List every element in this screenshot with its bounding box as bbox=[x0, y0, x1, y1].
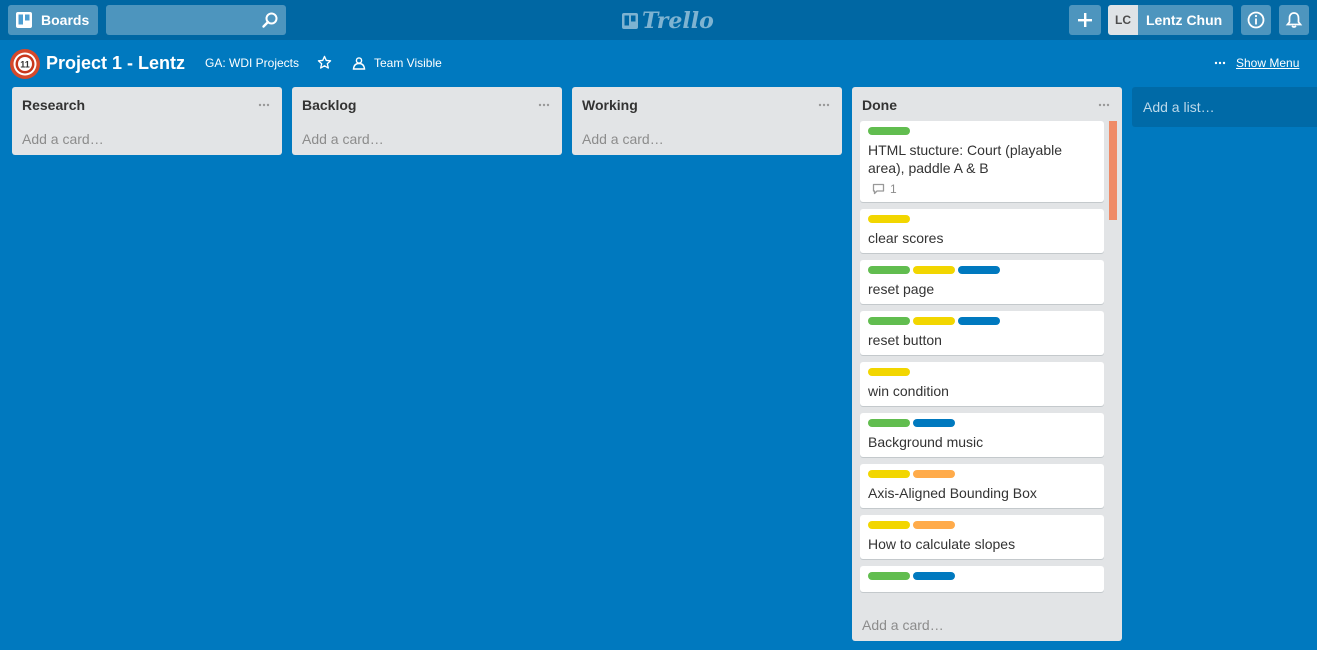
list-title[interactable]: Working bbox=[582, 97, 638, 113]
card-title: How to calculate slopes bbox=[868, 536, 1016, 552]
card-labels bbox=[868, 521, 1096, 529]
card-labels bbox=[868, 215, 1096, 223]
label-blue bbox=[958, 317, 1000, 325]
card-labels bbox=[868, 419, 1096, 427]
show-menu-link[interactable]: Show Menu bbox=[1236, 56, 1299, 70]
card-title: Background music bbox=[868, 434, 984, 450]
label-yellow bbox=[868, 521, 910, 529]
scrollbar[interactable] bbox=[1109, 121, 1117, 609]
card[interactable]: Background music bbox=[860, 413, 1104, 457]
info-icon bbox=[1247, 11, 1265, 29]
card[interactable]: reset button bbox=[860, 311, 1104, 355]
add-card-link[interactable]: Add a card… bbox=[582, 131, 664, 147]
list-research: Research Add a card… bbox=[12, 87, 282, 155]
label-green bbox=[868, 266, 910, 274]
list-title[interactable]: Research bbox=[22, 97, 85, 113]
comment-badge: 1 bbox=[868, 182, 1096, 196]
add-list-button[interactable]: Add a list… bbox=[1132, 87, 1317, 127]
label-yellow bbox=[913, 317, 955, 325]
list-menu-icon[interactable] bbox=[1098, 103, 1110, 107]
comment-count: 1 bbox=[890, 182, 897, 196]
card[interactable]: Axis-Aligned Bounding Box bbox=[860, 464, 1104, 508]
label-yellow bbox=[868, 470, 910, 478]
search-box[interactable] bbox=[106, 5, 286, 35]
list-title[interactable]: Backlog bbox=[302, 97, 356, 113]
card[interactable] bbox=[860, 566, 1104, 592]
label-yellow bbox=[868, 368, 910, 376]
card-title: reset page bbox=[868, 281, 935, 297]
comment-icon bbox=[872, 183, 885, 195]
card-labels bbox=[868, 317, 1096, 325]
label-yellow bbox=[868, 215, 910, 223]
label-green bbox=[868, 127, 910, 135]
info-button[interactable] bbox=[1241, 5, 1271, 35]
trello-logo[interactable]: Trello bbox=[622, 8, 714, 34]
card-labels bbox=[868, 572, 1096, 580]
list-menu-icon[interactable] bbox=[258, 103, 270, 107]
card-title: reset button bbox=[868, 332, 942, 348]
member-name: Lentz Chun bbox=[1146, 12, 1223, 28]
plus-icon bbox=[1078, 13, 1092, 27]
label-orange bbox=[913, 521, 955, 529]
add-card-link[interactable]: Add a card… bbox=[302, 131, 384, 147]
card-labels bbox=[868, 127, 1096, 135]
search-input[interactable] bbox=[106, 5, 272, 35]
boards-icon bbox=[16, 12, 32, 28]
card[interactable]: win condition bbox=[860, 362, 1104, 406]
label-orange bbox=[913, 470, 955, 478]
add-button[interactable] bbox=[1069, 5, 1101, 35]
card-list[interactable]: HTML stucture: Court (playable area), pa… bbox=[860, 121, 1104, 609]
avatar: LC bbox=[1108, 5, 1138, 35]
scrollbar-thumb[interactable] bbox=[1109, 121, 1117, 220]
member-menu-button[interactable]: LC Lentz Chun bbox=[1108, 5, 1233, 35]
card[interactable]: clear scores bbox=[860, 209, 1104, 253]
boards-button[interactable]: Boards bbox=[8, 5, 98, 35]
list-menu-icon[interactable] bbox=[538, 103, 550, 107]
list-working: Working Add a card… bbox=[572, 87, 842, 155]
card-labels bbox=[868, 368, 1096, 376]
list-backlog: Backlog Add a card… bbox=[292, 87, 562, 155]
visibility-button[interactable]: Team Visible bbox=[374, 56, 442, 70]
app-header: Boards Trello LC Lentz Chun bbox=[0, 0, 1317, 40]
label-green bbox=[868, 317, 910, 325]
add-card-link[interactable]: Add a card… bbox=[862, 617, 944, 633]
label-green bbox=[868, 419, 910, 427]
trello-logo-icon bbox=[622, 13, 638, 29]
card-labels bbox=[868, 266, 1096, 274]
add-card-link[interactable]: Add a card… bbox=[22, 131, 104, 147]
board-header: 11 Project 1 - Lentz GA: WDI Projects Te… bbox=[0, 40, 1317, 86]
list-menu-icon[interactable] bbox=[818, 103, 830, 107]
label-blue bbox=[913, 572, 955, 580]
card[interactable]: How to calculate slopes bbox=[860, 515, 1104, 559]
card-title: clear scores bbox=[868, 230, 944, 246]
card-title: win condition bbox=[868, 383, 949, 399]
trello-logo-text: Trello bbox=[642, 8, 714, 34]
card[interactable]: HTML stucture: Court (playable area), pa… bbox=[860, 121, 1104, 202]
notifications-button[interactable] bbox=[1279, 5, 1309, 35]
board-org-link[interactable]: GA: WDI Projects bbox=[205, 56, 299, 70]
card-title: Axis-Aligned Bounding Box bbox=[868, 485, 1037, 501]
team-icon bbox=[352, 57, 366, 70]
card[interactable]: reset page bbox=[860, 260, 1104, 304]
board-title[interactable]: Project 1 - Lentz bbox=[46, 53, 185, 74]
boards-label: Boards bbox=[41, 12, 90, 28]
label-blue bbox=[958, 266, 1000, 274]
label-yellow bbox=[913, 266, 955, 274]
label-green bbox=[868, 572, 910, 580]
search-icon[interactable] bbox=[261, 11, 279, 29]
board-logo-icon: 11 bbox=[10, 49, 40, 79]
svg-text:11: 11 bbox=[20, 60, 30, 70]
card-title: HTML stucture: Court (playable area), pa… bbox=[868, 142, 1062, 176]
label-blue bbox=[913, 419, 955, 427]
card-labels bbox=[868, 470, 1096, 478]
list-done: Done HTML stucture: Court (playable area… bbox=[852, 87, 1122, 641]
more-dots-icon bbox=[1214, 61, 1226, 65]
bell-icon bbox=[1285, 12, 1303, 28]
list-title[interactable]: Done bbox=[862, 97, 897, 113]
star-icon[interactable] bbox=[317, 55, 332, 70]
